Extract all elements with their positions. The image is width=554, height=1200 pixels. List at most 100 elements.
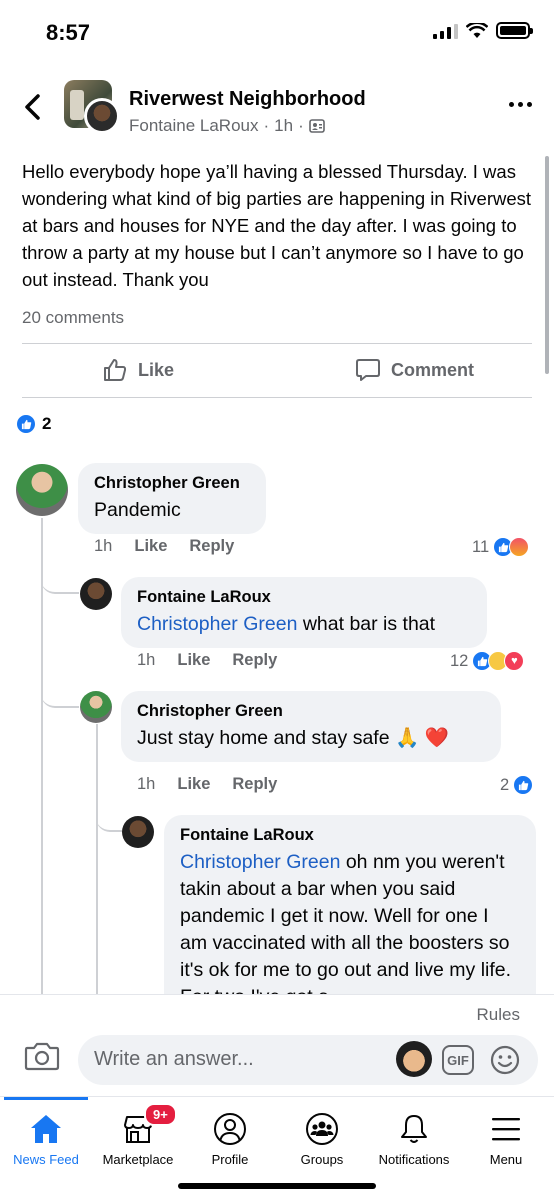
avatar-sticker-icon[interactable] <box>396 1041 432 1077</box>
tab-notifications[interactable]: Notifications <box>368 1097 460 1177</box>
group-members-icon <box>308 119 325 133</box>
comment-author[interactable]: Christopher Green <box>94 474 250 493</box>
comment-time[interactable]: 1h <box>137 775 155 794</box>
menu-icon <box>492 1118 520 1141</box>
more-options-icon[interactable] <box>509 102 532 107</box>
thumbs-up-icon <box>104 359 127 381</box>
post-time[interactable]: 1h <box>274 116 293 136</box>
tab-label: Menu <box>489 1152 523 1167</box>
reaction-summary[interactable]: 2 <box>16 414 51 434</box>
comment-text: Just stay home and stay safe 🙏 ❤️ <box>137 727 449 749</box>
comment-bubble[interactable]: Christopher Green Pandemic <box>78 463 266 534</box>
comment-bubble[interactable]: Fontaine LaRoux Christopher Green oh nm … <box>164 815 536 994</box>
status-bar: 8:57 <box>0 0 554 66</box>
post-author[interactable]: Fontaine LaRoux <box>129 116 258 136</box>
tab-groups[interactable]: Groups <box>276 1097 368 1177</box>
home-indicator[interactable] <box>178 1183 376 1189</box>
comment-reactions[interactable]: 2 <box>500 775 534 795</box>
tab-menu[interactable]: Menu <box>460 1097 552 1177</box>
emoji-icon[interactable] <box>490 1045 520 1075</box>
status-icons <box>433 22 533 39</box>
tab-news-feed[interactable]: News Feed <box>0 1097 92 1177</box>
gif-button[interactable]: GIF <box>442 1045 474 1075</box>
tab-marketplace[interactable]: 9+ Marketplace <box>92 1097 184 1177</box>
bell-icon <box>401 1115 427 1143</box>
post-actions: Like Comment <box>0 345 554 397</box>
camera-icon[interactable] <box>24 1041 60 1071</box>
comment-bubble[interactable]: Christopher Green Just stay home and sta… <box>121 691 501 762</box>
comment-time[interactable]: 1h <box>137 651 155 670</box>
comment-bubble-icon <box>356 359 380 381</box>
like-reaction-icon <box>513 775 534 795</box>
home-icon <box>31 1115 61 1143</box>
comment-count[interactable]: 20 comments <box>22 308 124 328</box>
commenter-avatar[interactable] <box>122 816 154 848</box>
comment-like-button[interactable]: Like <box>177 775 210 794</box>
group-name[interactable]: Riverwest Neighborhood <box>129 88 366 111</box>
reaction-count: 2 <box>42 414 52 433</box>
comment-button[interactable]: Comment <box>355 357 474 383</box>
comment-reply-button[interactable]: Reply <box>232 775 277 794</box>
tab-profile[interactable]: Profile <box>184 1097 276 1177</box>
comment-reply-button[interactable]: Reply <box>232 651 277 670</box>
love-reaction-icon: ♥ <box>504 651 525 671</box>
mention-link[interactable]: Christopher Green <box>137 613 297 635</box>
comment-text: Christopher Green oh nm you weren't taki… <box>180 849 520 994</box>
like-label: Like <box>138 359 175 380</box>
comment-reaction-count: 2 <box>500 775 510 794</box>
like-button[interactable]: Like <box>102 357 174 383</box>
comment-bubble[interactable]: Fontaine LaRoux Christopher Green what b… <box>121 577 487 648</box>
comment-like-button[interactable]: Like <box>134 537 167 556</box>
comment-meta: 1h Like Reply <box>137 775 277 794</box>
comment-text: Christopher Green what bar is that <box>137 611 471 638</box>
active-tab-indicator <box>4 1097 88 1100</box>
commenter-avatar[interactable] <box>80 691 112 723</box>
thread-line <box>96 724 98 996</box>
thread-connector <box>41 548 79 594</box>
post-meta: Fontaine LaRoux · 1h · <box>129 116 325 136</box>
thread-connector <box>41 660 79 708</box>
wifi-icon <box>466 22 488 38</box>
rules-link[interactable]: Rules <box>477 1005 520 1025</box>
comment-input-placeholder: Write an answer... <box>94 1048 254 1070</box>
comment-composer: Rules Write an answer... GIF <box>0 994 554 1094</box>
commenter-avatar[interactable] <box>16 464 68 516</box>
back-arrow-icon[interactable] <box>20 90 46 124</box>
mention-link[interactable]: Christopher Green <box>180 851 340 873</box>
comment-author[interactable]: Fontaine LaRoux <box>137 588 471 607</box>
meta-separator: · <box>263 116 270 135</box>
marketplace-badge: 9+ <box>144 1103 177 1126</box>
profile-icon <box>214 1113 246 1145</box>
tab-label: Groups <box>300 1152 344 1167</box>
groups-icon <box>306 1113 338 1145</box>
comment-reactions[interactable]: 11 <box>472 537 530 557</box>
comment-like-button[interactable]: Like <box>177 651 210 670</box>
comment-author[interactable]: Christopher Green <box>137 702 485 721</box>
tab-label: Notifications <box>378 1152 450 1167</box>
thread-line <box>41 518 43 996</box>
angry-reaction-icon <box>509 537 530 557</box>
divider <box>22 397 532 398</box>
post-header: Riverwest Neighborhood Fontaine LaRoux ·… <box>0 76 554 140</box>
comment-label: Comment <box>391 359 475 380</box>
comment-time[interactable]: 1h <box>94 537 112 556</box>
meta-separator: · <box>298 116 304 135</box>
comment-reaction-count: 12 <box>450 651 469 670</box>
like-reaction-icon <box>16 414 36 434</box>
commenter-avatar[interactable] <box>80 578 112 610</box>
comment-reaction-count: 11 <box>472 537 490 556</box>
status-time: 8:57 <box>46 20 91 45</box>
author-avatar[interactable] <box>84 98 120 134</box>
scrollbar[interactable] <box>545 156 549 374</box>
thread-connector <box>96 790 122 832</box>
comment-body: what bar is that <box>297 613 436 635</box>
comment-text: Pandemic <box>94 499 181 521</box>
signal-icon <box>433 23 458 39</box>
tab-label: Profile <box>211 1152 249 1167</box>
comment-reply-button[interactable]: Reply <box>189 537 234 556</box>
comment-input[interactable]: Write an answer... GIF <box>78 1035 538 1085</box>
comment-meta: 1h Like Reply <box>94 537 234 556</box>
comment-meta: 1h Like Reply <box>137 651 277 670</box>
comment-author[interactable]: Fontaine LaRoux <box>180 826 520 845</box>
comment-reactions[interactable]: 12 ♥ <box>450 651 525 671</box>
